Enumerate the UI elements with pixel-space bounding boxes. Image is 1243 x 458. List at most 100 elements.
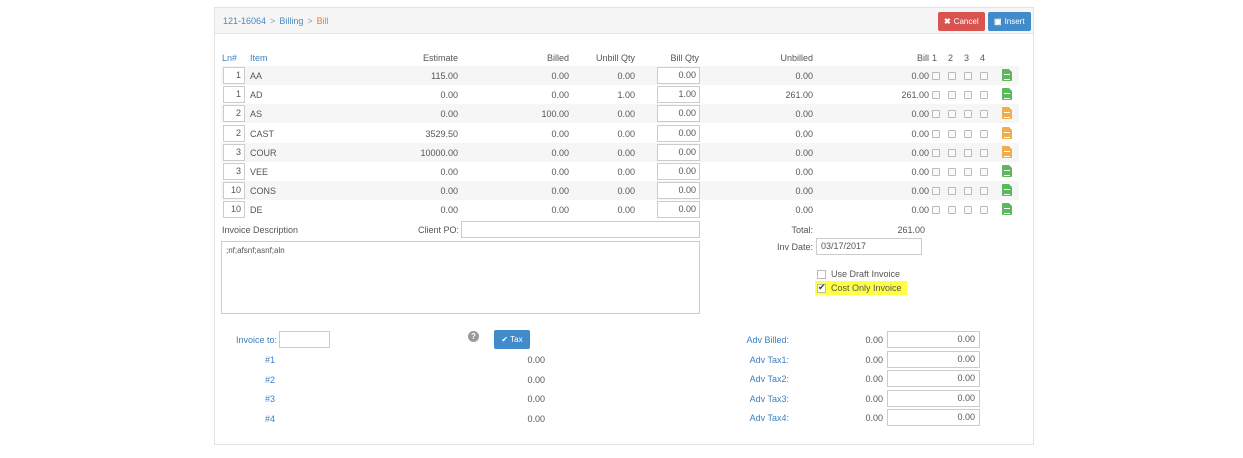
column-header-1: 1 <box>932 53 938 63</box>
adv-input[interactable]: 0.00 <box>887 331 980 348</box>
bill-qty-input[interactable]: 0.00 <box>657 201 700 219</box>
adv-input[interactable]: 0.00 <box>887 389 980 407</box>
tax-2-checkbox[interactable] <box>948 72 956 80</box>
tax-1-checkbox[interactable] <box>932 148 940 157</box>
tax-2-checkbox[interactable] <box>948 187 956 196</box>
tax-2-checkbox[interactable] <box>948 168 956 176</box>
line-number-input[interactable]: 2 <box>223 105 245 123</box>
use-draft-invoice-option[interactable]: Use Draft Invoice <box>817 269 900 280</box>
tax-4-checkbox[interactable] <box>980 148 988 157</box>
bill-qty-input[interactable]: 0.00 <box>657 124 700 142</box>
tax-4-checkbox[interactable] <box>980 72 988 80</box>
breadcrumb-billing[interactable]: Billing <box>279 16 303 26</box>
tax-2-checkbox[interactable] <box>948 91 956 100</box>
tax-3-checkbox[interactable] <box>964 187 972 196</box>
cost-only-invoice-option[interactable]: Cost Only Invoice <box>815 281 907 296</box>
document-icon[interactable] <box>1002 203 1012 216</box>
inv-date-label: Inv Date: <box>776 242 813 252</box>
tax-label: Tax <box>510 335 523 344</box>
bill-qty-input[interactable]: 0.00 <box>657 143 700 161</box>
column-header-4: 4 <box>980 53 986 63</box>
invoice-description-textarea[interactable]: ;nf;afsnf;asnf;aln <box>221 241 700 314</box>
cancel-button[interactable]: ✖ Cancel <box>938 12 985 31</box>
tax-1-checkbox[interactable] <box>932 110 940 119</box>
column-header-estimate: Estimate <box>422 53 458 63</box>
tax-1-checkbox[interactable] <box>932 168 940 176</box>
bill-qty-input[interactable]: 0.00 <box>657 105 700 123</box>
inv-date-input[interactable]: 03/17/2017 <box>816 238 922 255</box>
document-icon[interactable] <box>1002 145 1012 158</box>
bill-panel: 121-16064 > Billing > Bill ✖ Cancel ▣ Insert L… <box>214 7 1034 445</box>
document-icon[interactable] <box>1002 69 1012 81</box>
line-number-input[interactable]: 3 <box>223 163 245 180</box>
insert-button[interactable]: ▣ Insert <box>988 12 1031 31</box>
tax-3-checkbox[interactable] <box>964 206 972 215</box>
line-number-input[interactable]: 1 <box>223 86 245 104</box>
tax-4-checkbox[interactable] <box>980 206 988 215</box>
tax-4-checkbox[interactable] <box>980 110 988 119</box>
bill-value: 0.00 <box>911 71 929 81</box>
tax-4-checkbox[interactable] <box>980 168 988 176</box>
tax-4-checkbox[interactable] <box>980 129 988 138</box>
document-icon[interactable] <box>1002 165 1012 177</box>
item-code: CAST <box>250 128 275 139</box>
total-value: 261.00 <box>897 225 925 235</box>
help-icon[interactable]: ? <box>468 331 479 342</box>
tax-3-checkbox[interactable] <box>964 129 972 138</box>
tax-2-checkbox[interactable] <box>948 129 956 138</box>
tax-1-checkbox[interactable] <box>932 187 940 196</box>
tax-4-checkbox[interactable] <box>980 91 988 100</box>
tax-2-checkbox[interactable] <box>948 148 956 157</box>
use-draft-invoice-checkbox[interactable] <box>817 270 826 280</box>
tax-3-checkbox[interactable] <box>964 148 972 157</box>
tax-3-checkbox[interactable] <box>964 110 972 119</box>
tax-3-checkbox[interactable] <box>964 72 972 80</box>
item-code: AS <box>250 109 263 120</box>
adv-input[interactable]: 0.00 <box>887 370 980 387</box>
document-icon[interactable] <box>1002 184 1012 197</box>
line-number-input[interactable]: 10 <box>223 201 245 219</box>
line-number-input[interactable]: 2 <box>223 124 245 142</box>
tax-1-checkbox[interactable] <box>932 72 940 80</box>
tax-1-checkbox[interactable] <box>932 206 940 215</box>
bill-qty-input[interactable]: 1.00 <box>657 86 700 104</box>
adv-input[interactable]: 0.00 <box>887 350 980 368</box>
invoice-description-label: Invoice Description <box>222 225 299 235</box>
tax-2-checkbox[interactable] <box>948 206 956 215</box>
unbill-qty-value: 0.00 <box>617 147 635 158</box>
tax-3-checkbox[interactable] <box>964 168 972 176</box>
breadcrumb-project[interactable]: 121-16064 <box>223 16 266 26</box>
save-icon: ▣ <box>994 17 1002 26</box>
tax-button[interactable]: ✔ Tax <box>494 330 530 349</box>
cost-only-invoice-checkbox[interactable] <box>817 282 826 294</box>
tax-1-checkbox[interactable] <box>932 129 940 138</box>
bill-value: 261.00 <box>901 90 929 101</box>
line-number-input[interactable]: 1 <box>223 67 245 84</box>
client-po-input[interactable] <box>461 221 700 238</box>
adv-value: 0.00 <box>865 374 883 384</box>
table-row: 10 CONS 0.00 0.00 0.00 0.00 0.00 0.00 <box>221 181 1019 201</box>
billed-value: 0.00 <box>551 147 569 158</box>
bill-qty-input[interactable]: 0.00 <box>657 163 700 180</box>
billed-value: 0.00 <box>551 167 569 177</box>
unbill-qty-value: 0.00 <box>617 128 635 139</box>
document-icon[interactable] <box>1002 88 1012 101</box>
tax-4-checkbox[interactable] <box>980 187 988 196</box>
breadcrumb-separator: > <box>307 16 313 26</box>
bill-qty-input[interactable]: 0.00 <box>657 67 700 84</box>
tax-3-checkbox[interactable] <box>964 91 972 100</box>
estimate-value: 0.00 <box>440 205 458 216</box>
document-icon[interactable] <box>1002 107 1012 120</box>
adv-input[interactable]: 0.00 <box>887 409 980 426</box>
tax-line-label: #3 <box>265 394 276 404</box>
tax-1-checkbox[interactable] <box>932 91 940 100</box>
bill-qty-input[interactable]: 0.00 <box>657 182 700 200</box>
tax-2-checkbox[interactable] <box>948 110 956 119</box>
billed-value: 0.00 <box>551 186 569 197</box>
line-number-input[interactable]: 3 <box>223 143 245 161</box>
line-number-input[interactable]: 10 <box>223 182 245 200</box>
document-icon[interactable] <box>1002 126 1012 139</box>
invoice-to-input[interactable] <box>279 331 330 348</box>
column-header-bill-qty: Bill Qty <box>670 53 699 63</box>
unbill-qty-value: 0.00 <box>617 167 635 177</box>
